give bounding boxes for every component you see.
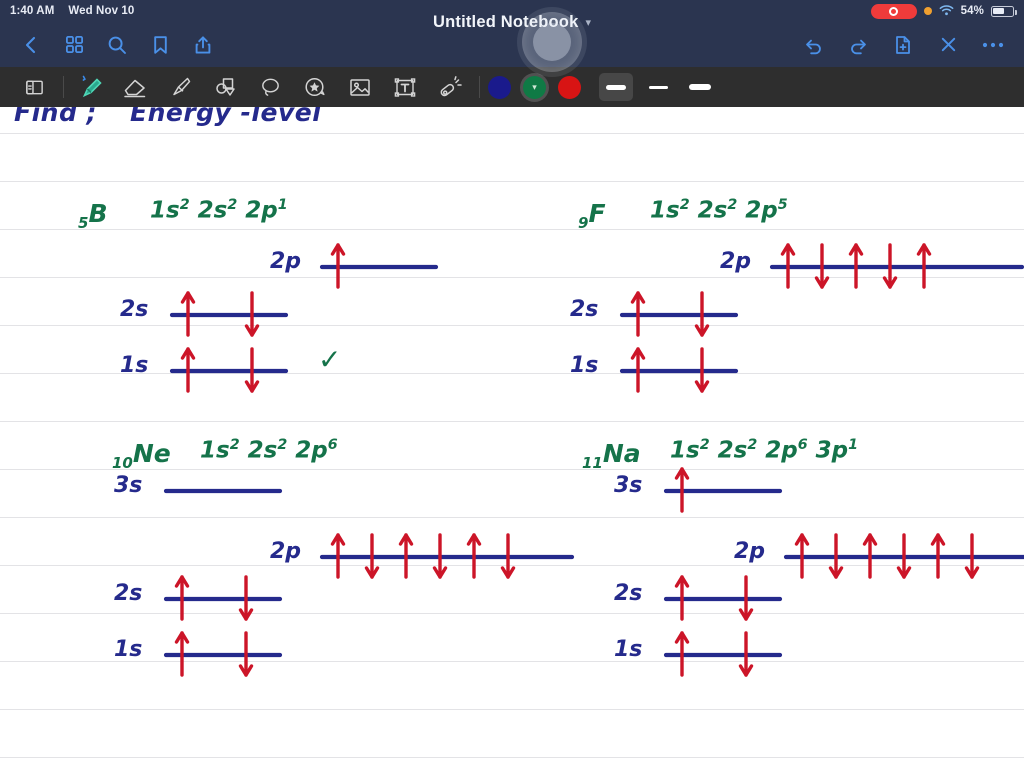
back-button[interactable] (14, 28, 48, 62)
mic-in-use-dot-icon (923, 7, 932, 15)
record-icon[interactable] (870, 3, 917, 19)
add-page-button[interactable] (886, 28, 920, 62)
highlighter-tool[interactable] (162, 71, 198, 103)
color-swatch-navy[interactable] (488, 75, 511, 99)
check-mark-boron: ✓ (318, 343, 342, 376)
sticker-tool[interactable] (297, 71, 333, 103)
element-symbol-fluorine: 9F (578, 199, 606, 232)
orbital-label-fluorine-2p: 2p (720, 249, 752, 274)
orbital-label-neon-3s: 3s (114, 473, 143, 498)
color-swatch-red[interactable] (558, 75, 581, 99)
element-symbol-boron: 5B (78, 199, 108, 232)
color-swatch-green[interactable]: ▾ (523, 75, 546, 99)
element-symbol-neon: 10Ne (112, 439, 171, 472)
eraser-tool[interactable] (117, 71, 153, 103)
thumbnails-button[interactable] (57, 28, 91, 62)
battery-percent: 54% (960, 5, 984, 17)
orbital-label-sodium-1s: 1s (614, 637, 643, 662)
text-box-tool[interactable] (387, 71, 423, 103)
page-title[interactable]: Untitled Notebook (433, 13, 578, 32)
orbital-label-fluorine-2s: 2s (570, 297, 599, 322)
undo-button[interactable] (796, 28, 830, 62)
stroke-width-thick[interactable] (599, 73, 633, 101)
orbital-label-boron-1s: 1s (120, 353, 149, 378)
note-heading-prefix: Find ; (14, 107, 98, 127)
note-heading-text: Energy -level (130, 107, 322, 127)
stroke-width-medium[interactable] (641, 73, 675, 101)
chevron-down-icon[interactable]: ▾ (585, 16, 591, 29)
electron-configuration-boron: 1s2 2s2 2p1 (150, 197, 288, 224)
orbital-label-sodium-3s: 3s (614, 473, 643, 498)
wifi-icon (939, 4, 954, 19)
redo-button[interactable] (841, 28, 875, 62)
electron-configuration-fluorine: 1s2 2s2 2p5 (650, 197, 788, 224)
orbital-label-fluorine-1s: 1s (570, 353, 599, 378)
close-button[interactable] (931, 28, 965, 62)
shapes-tool[interactable] (207, 71, 243, 103)
orbital-label-sodium-2p: 2p (734, 539, 766, 564)
element-symbol-sodium: 11Na (582, 439, 641, 472)
lasso-tool[interactable] (252, 71, 288, 103)
electron-configuration-sodium: 1s2 2s2 2p6 3p1 (670, 437, 859, 464)
orbital-label-neon-1s: 1s (114, 637, 143, 662)
toolbar-divider-2 (479, 76, 480, 98)
pen-tool[interactable] (72, 71, 108, 103)
status-time: 1:40 AM (10, 5, 55, 17)
search-button[interactable] (100, 28, 134, 62)
laser-pointer-tool[interactable] (432, 71, 468, 103)
page-layout-tool[interactable] (16, 71, 52, 103)
orbital-label-boron-2s: 2s (120, 297, 149, 322)
status-date: Wed Nov 10 (68, 5, 135, 17)
bookmark-button[interactable] (143, 28, 177, 62)
notebook-page-canvas[interactable]: Find ; Energy -level 5B 1s2 2s2 2p1 2p 2s 1s… (0, 107, 1024, 768)
toolbar-divider (63, 76, 64, 98)
orbital-label-sodium-2s: 2s (614, 581, 643, 606)
more-button[interactable] (976, 28, 1010, 62)
share-button[interactable] (186, 28, 220, 62)
orbital-label-boron-2p: 2p (270, 249, 302, 274)
orbital-label-neon-2s: 2s (114, 581, 143, 606)
stroke-width-thin[interactable] (683, 73, 717, 101)
tool-palette: ▾ (0, 67, 1024, 107)
electron-configuration-neon: 1s2 2s2 2p6 (200, 437, 338, 464)
orbital-label-neon-2p: 2p (270, 539, 302, 564)
battery-icon (991, 5, 1017, 17)
image-tool[interactable] (342, 71, 378, 103)
